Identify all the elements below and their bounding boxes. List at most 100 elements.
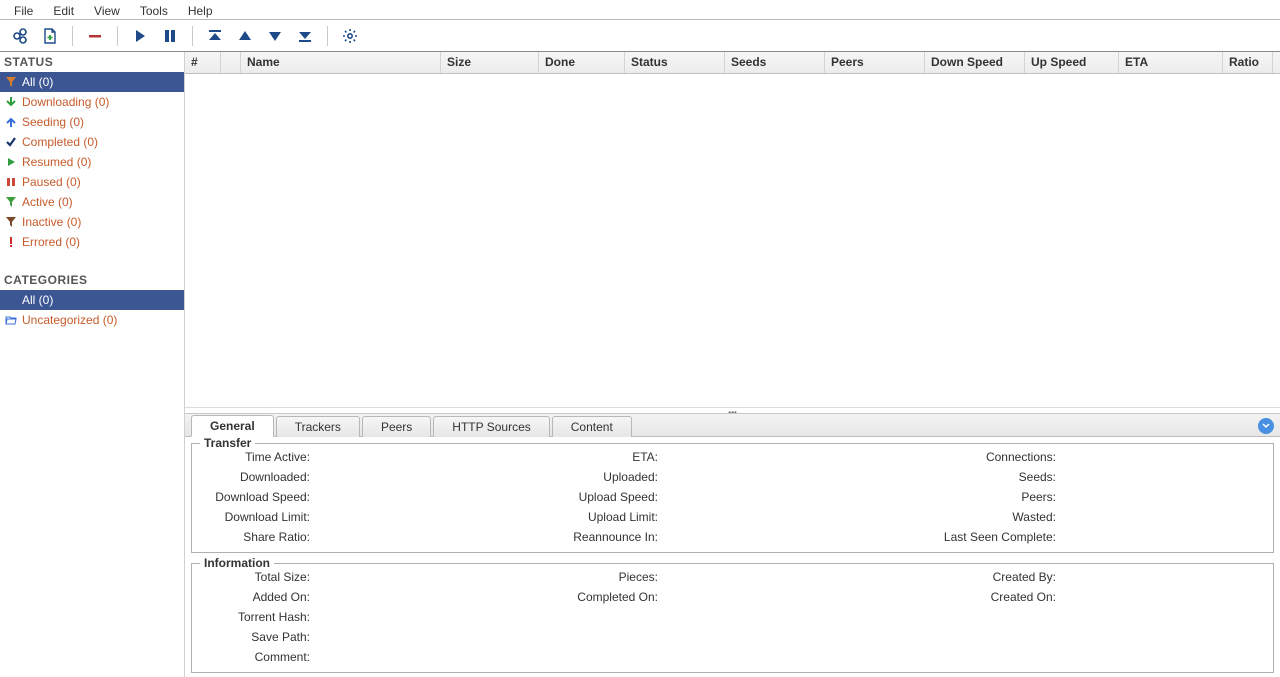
column-header-#[interactable]: # [185, 52, 221, 73]
remove-button[interactable] [81, 23, 109, 49]
field-label: Created On: [896, 590, 1056, 604]
down-icon [266, 27, 284, 45]
field-label: Time Active: [200, 450, 310, 464]
field-value [1060, 590, 1265, 604]
menu-file[interactable]: File [4, 2, 43, 17]
transfer-legend: Transfer [200, 436, 255, 450]
field-value [314, 570, 544, 584]
field-label: Upload Limit: [548, 510, 658, 524]
category-item-0[interactable]: All (0) [0, 290, 184, 310]
column-header-down-speed[interactable]: Down Speed [925, 52, 1025, 73]
tab-trackers[interactable]: Trackers [276, 416, 360, 437]
menu-tools[interactable]: Tools [130, 2, 178, 17]
field-label: Created By: [896, 570, 1056, 584]
torrent-list-body[interactable] [185, 74, 1280, 407]
pause-button[interactable] [156, 23, 184, 49]
field-value [662, 470, 892, 484]
column-header-size[interactable]: Size [441, 52, 539, 73]
status-item-1[interactable]: Downloading (0) [0, 92, 184, 112]
column-header-ratio[interactable]: Ratio [1223, 52, 1273, 73]
bang-red-icon [4, 235, 18, 249]
information-legend: Information [200, 556, 274, 570]
field-value [1060, 570, 1265, 584]
field-value [662, 490, 892, 504]
column-header-status[interactable]: Status [625, 52, 725, 73]
minus-icon [86, 27, 104, 45]
pause-red-icon [4, 175, 18, 189]
category-item-label: Uncategorized (0) [22, 313, 117, 327]
field-label: Last Seen Complete: [896, 530, 1056, 544]
move-down-button[interactable] [261, 23, 289, 49]
column-header-seeds[interactable]: Seeds [725, 52, 825, 73]
status-item-8[interactable]: Errored (0) [0, 232, 184, 252]
move-top-button[interactable] [201, 23, 229, 49]
field-value [662, 570, 892, 584]
funnel-orange-icon [4, 75, 18, 89]
move-up-button[interactable] [231, 23, 259, 49]
status-item-0[interactable]: All (0) [0, 72, 184, 92]
field-value [1060, 470, 1265, 484]
menu-edit[interactable]: Edit [43, 2, 84, 17]
sidebar: STATUS All (0) Downloading (0) Seeding (0)… [0, 52, 185, 677]
field-label: Upload Speed: [548, 490, 658, 504]
field-value [1060, 450, 1265, 464]
sidebar-status-header: STATUS [0, 52, 184, 72]
category-item-1[interactable]: Uncategorized (0) [0, 310, 184, 330]
field-label: Uploaded: [548, 470, 658, 484]
status-item-4[interactable]: Resumed (0) [0, 152, 184, 172]
add-torrent-link-button[interactable] [6, 23, 34, 49]
status-item-3[interactable]: Completed (0) [0, 132, 184, 152]
add-torrent-file-button[interactable] [36, 23, 64, 49]
funnel-green-icon [4, 195, 18, 209]
column-header-name[interactable]: Name [241, 52, 441, 73]
status-item-label: Completed (0) [22, 135, 98, 149]
torrent-list-header: # NameSizeDoneStatusSeedsPeersDown SpeedU… [185, 52, 1280, 74]
column-header-done[interactable]: Done [539, 52, 625, 73]
status-item-label: Inactive (0) [22, 215, 81, 229]
status-item-6[interactable]: Active (0) [0, 192, 184, 212]
sidebar-categories-header: CATEGORIES [0, 270, 184, 290]
details-tabbar: GeneralTrackersPeersHTTP SourcesContent [185, 413, 1280, 437]
column-header-eta[interactable]: ETA [1119, 52, 1223, 73]
tab-general[interactable]: General [191, 415, 274, 437]
column-header-up-speed[interactable]: Up Speed [1025, 52, 1119, 73]
move-bottom-button[interactable] [291, 23, 319, 49]
status-item-label: Downloading (0) [22, 95, 109, 109]
arrow-up-blue-icon [4, 115, 18, 129]
tab-http-sources[interactable]: HTTP Sources [433, 416, 549, 437]
resume-button[interactable] [126, 23, 154, 49]
field-label: Pieces: [548, 570, 658, 584]
details-panel: GeneralTrackersPeersHTTP SourcesContent … [185, 413, 1280, 677]
column-header-peers[interactable]: Peers [825, 52, 925, 73]
menu-view[interactable]: View [84, 2, 130, 17]
field-label: Completed On: [548, 590, 658, 604]
up-icon [236, 27, 254, 45]
field-value [662, 530, 892, 544]
bottom-icon [296, 27, 314, 45]
field-value [314, 470, 544, 484]
toolbar-separator [72, 26, 73, 46]
tab-peers[interactable]: Peers [362, 416, 431, 437]
tab-content[interactable]: Content [552, 416, 632, 437]
pause-icon [161, 27, 179, 45]
status-item-7[interactable]: Inactive (0) [0, 212, 184, 232]
field-value [662, 510, 892, 524]
field-value [314, 630, 1265, 644]
field-value [314, 490, 544, 504]
menu-help[interactable]: Help [178, 2, 223, 17]
none-icon [4, 293, 18, 307]
column-header-col1[interactable] [221, 52, 241, 73]
status-item-5[interactable]: Paused (0) [0, 172, 184, 192]
play-green-icon [4, 155, 18, 169]
toolbar-separator [327, 26, 328, 46]
field-label: Total Size: [200, 570, 310, 584]
field-label: Download Speed: [200, 490, 310, 504]
settings-button[interactable] [336, 23, 364, 49]
chevron-down-icon [1262, 422, 1270, 430]
field-label: Seeds: [896, 470, 1056, 484]
collapse-details-button[interactable] [1258, 418, 1274, 434]
information-fieldset: Information Total Size:Pieces:Created By… [191, 563, 1274, 673]
field-label: Wasted: [896, 510, 1056, 524]
status-item-2[interactable]: Seeding (0) [0, 112, 184, 132]
field-label: Torrent Hash: [200, 610, 310, 624]
